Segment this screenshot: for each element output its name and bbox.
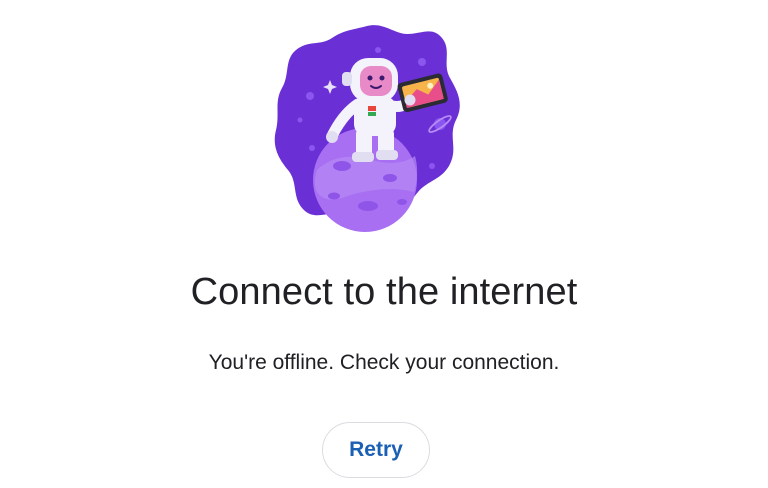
page-title: Connect to the internet: [190, 271, 578, 313]
astronaut-illustration: [272, 20, 462, 232]
retry-button-label: Retry: [349, 438, 403, 461]
offline-message: You're offline. Check your connection.: [208, 351, 560, 374]
retry-button[interactable]: Retry: [322, 422, 430, 478]
astronaut-on-planet-icon: [274, 25, 460, 232]
offline-page: Connect to the internet You're offline. …: [0, 0, 768, 488]
